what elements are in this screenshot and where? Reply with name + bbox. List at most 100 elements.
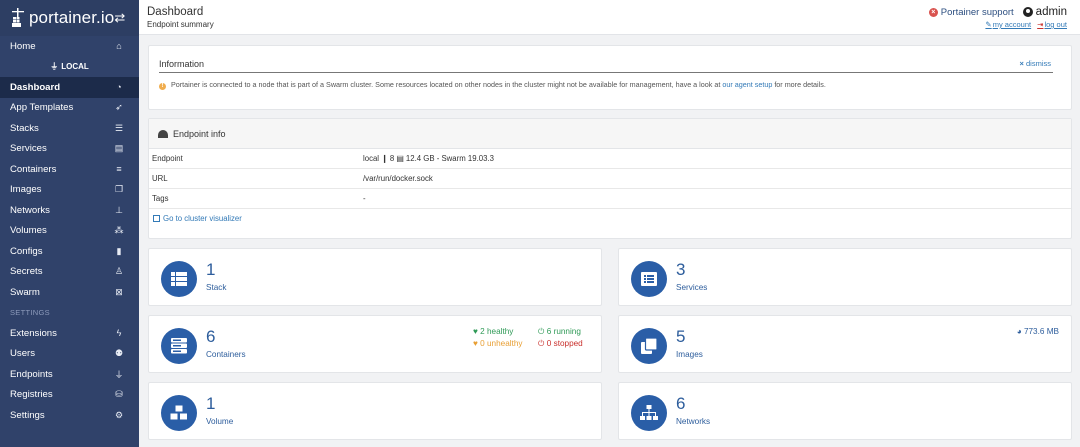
my-account-link[interactable]: ✎my account <box>985 20 1031 29</box>
sidebar-item-services[interactable]: Services ▤ <box>0 139 139 160</box>
exclamation-icon: ! <box>159 83 166 90</box>
user-secret-icon: ♙ <box>114 266 124 277</box>
information-divider <box>159 72 1053 73</box>
brand-bar: portainer.io ⇄ <box>0 0 139 36</box>
sidebar-item-label: Dashboard <box>10 81 61 93</box>
services-count: 3 <box>676 260 686 279</box>
services-label: Services <box>676 283 708 292</box>
sidebar-item-volumes[interactable]: Volumes ⁂ <box>0 221 139 242</box>
rocket-icon: ➶ <box>115 102 123 113</box>
containers-label: Containers <box>206 350 246 359</box>
containers-count: 6 <box>206 327 216 346</box>
sidebar-item-label: Volumes <box>10 225 47 237</box>
sidebar-item-home[interactable]: Home ⌂ <box>0 36 139 57</box>
heartbeat-icon: ♥ <box>473 327 478 336</box>
page-title: Dashboard <box>147 6 204 18</box>
visualizer-icon <box>153 215 160 222</box>
object-group-icon: ⊠ <box>115 286 123 297</box>
row-key: Tags <box>152 194 169 203</box>
sidebar-item-label: Home <box>10 40 36 52</box>
dashboard-icon: ◔ <box>116 82 122 93</box>
support-icon: × <box>928 7 938 17</box>
list-alt-icon <box>631 261 667 297</box>
sidebar-item-label: Images <box>10 184 42 196</box>
sidebar-item-secrets[interactable]: Secrets ♙ <box>0 262 139 283</box>
sidebar-item-label: Containers <box>10 163 57 175</box>
information-message: ! Portainer is connected to a node that … <box>159 80 826 90</box>
services-icon: ▤ <box>114 143 124 154</box>
sidebar-item-extensions[interactable]: Extensions ϟ <box>0 323 139 344</box>
sidebar-item-label: Stacks <box>10 122 39 134</box>
images-label: Images <box>676 350 703 359</box>
plug-icon: ⏚ <box>114 369 124 380</box>
table-row: Tags - <box>149 189 1071 209</box>
row-value: - <box>363 194 366 203</box>
volumes-widget[interactable]: 1 Volume <box>148 382 602 440</box>
sidebar-item-settings[interactable]: Settings ⚙ <box>0 405 139 426</box>
endpoint-info-title: Endpoint info <box>173 128 226 139</box>
sidebar-item-label: Users <box>10 348 36 360</box>
sidebar-item-stacks[interactable]: Stacks ☰ <box>0 118 139 139</box>
header-user-area: × Portainer support admin <box>928 6 1067 18</box>
sidebar-item-networks[interactable]: Networks ⊥ <box>0 200 139 221</box>
server-icon <box>161 328 197 364</box>
volumes-count: 1 <box>206 394 216 413</box>
dismiss-button[interactable]: × dismiss <box>1020 59 1052 68</box>
sidebar-item-registries[interactable]: Registries ⛁ <box>0 385 139 406</box>
users-icon: ⚉ <box>114 348 124 359</box>
networks-count: 6 <box>676 394 686 413</box>
cubes-icon <box>161 395 197 431</box>
stacks-widget[interactable]: 1 Stack <box>148 248 602 306</box>
brand-name[interactable]: portainer.io <box>29 8 114 28</box>
cluster-visualizer-link[interactable]: Go to cluster visualizer <box>153 214 242 223</box>
plug-icon: ⏚ <box>50 62 59 72</box>
sidebar-item-label: Settings <box>10 409 45 421</box>
clone-icon: ❐ <box>114 184 124 195</box>
close-icon: × <box>1019 59 1024 68</box>
volumes-label: Volume <box>206 417 234 426</box>
row-value: /var/run/docker.sock <box>363 174 433 183</box>
username: admin <box>1035 6 1067 18</box>
portainer-support-link[interactable]: Portainer support <box>941 7 1014 18</box>
sidebar-item-containers[interactable]: Containers ≡ <box>0 159 139 180</box>
networks-label: Networks <box>676 417 711 426</box>
portainer-logo-icon <box>10 8 26 28</box>
unhealthy-count: ♥ 0 unhealthy <box>473 339 523 348</box>
sidebar-item-app-templates[interactable]: App Templates ➶ <box>0 98 139 119</box>
list-icon: ☰ <box>114 122 124 133</box>
sidebar-item-label: Networks <box>10 204 50 216</box>
sidebar-item-label: Endpoints <box>10 368 53 380</box>
sidebar-item-configs[interactable]: Configs ▮ <box>0 241 139 262</box>
user-icon <box>1022 7 1033 17</box>
switch-endpoint-icon[interactable]: ⇄ <box>114 10 125 26</box>
dashboard-icon <box>158 129 168 138</box>
clone-icon <box>631 328 667 364</box>
sidebar-item-label: App Templates <box>10 102 74 114</box>
sidebar-item-endpoints[interactable]: Endpoints ⏚ <box>0 364 139 385</box>
sidebar-item-label: Configs <box>10 245 43 257</box>
agent-setup-link[interactable]: our agent setup <box>722 80 772 89</box>
running-count: ⏻ 6 running <box>538 327 581 336</box>
endpoint-info-header: Endpoint info <box>149 119 1071 149</box>
sidebar-item-label: Registries <box>10 389 53 401</box>
page-header: Dashboard Endpoint summary × Portainer s… <box>139 0 1080 35</box>
page-subtitle: Endpoint summary <box>147 20 214 29</box>
healthy-count: ♥ 2 healthy <box>473 327 514 336</box>
server-icon: ≡ <box>116 164 122 175</box>
header-account-links: ✎my account ⇥log out <box>985 20 1067 29</box>
sidebar-item-dashboard[interactable]: Dashboard ◔ <box>0 77 139 98</box>
networks-widget[interactable]: 6 Networks <box>618 382 1072 440</box>
sidebar-item-users[interactable]: Users ⚉ <box>0 344 139 365</box>
containers-widget[interactable]: 6 Containers ♥ 2 healthy ⏻ 6 running ♥ 0… <box>148 315 602 373</box>
sidebar-endpoint-name: ⏚ LOCAL <box>50 62 89 72</box>
information-title: Information <box>159 59 205 69</box>
log-out-link[interactable]: ⇥log out <box>1037 20 1067 29</box>
images-widget[interactable]: 5 Images ◕ 773.6 MB <box>618 315 1072 373</box>
th-list-icon <box>161 261 197 297</box>
services-widget[interactable]: 3 Services <box>618 248 1072 306</box>
stacks-label: Stack <box>206 283 227 292</box>
sidebar-item-images[interactable]: Images ❐ <box>0 180 139 201</box>
sidebar-item-swarm[interactable]: Swarm ⊠ <box>0 282 139 303</box>
home-icon: ⌂ <box>116 41 122 52</box>
table-row: Endpoint local ❙ 8 ▤ 12.4 GB - Swarm 19.… <box>149 149 1071 169</box>
